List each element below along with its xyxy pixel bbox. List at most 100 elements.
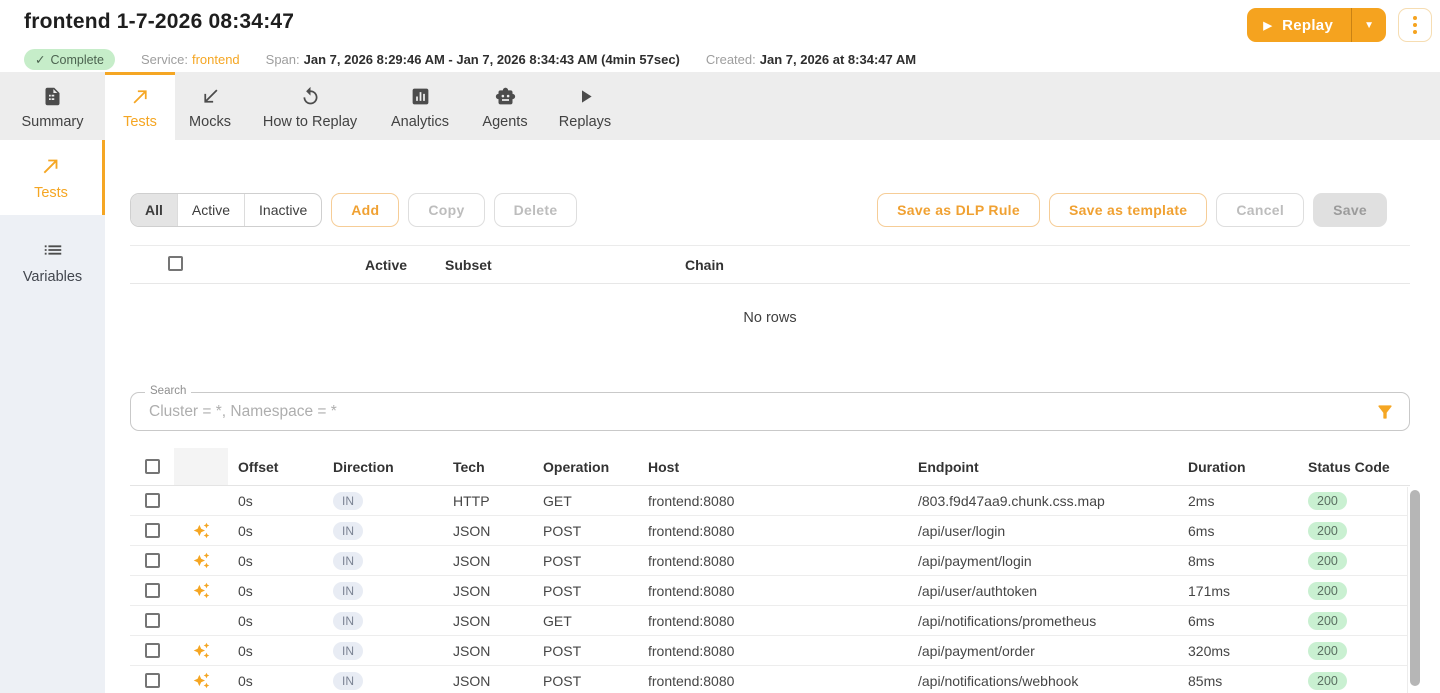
add-button[interactable]: Add [331, 193, 399, 227]
sparkles-icon [193, 552, 210, 569]
kebab-dot [1413, 30, 1417, 34]
row-cell-direction: IN [323, 672, 443, 690]
column-header-tech: Tech [443, 459, 533, 475]
row-cell-tech: HTTP [443, 493, 533, 509]
row-cell-duration: 85ms [1178, 673, 1298, 689]
segment-inactive[interactable]: Inactive [245, 194, 321, 226]
tab-replays[interactable]: Replays [545, 72, 625, 140]
row-cell-offset: 0s [228, 643, 323, 659]
cancel-button[interactable]: Cancel [1216, 193, 1304, 227]
row-cell-icon [174, 666, 228, 693]
column-header-active: Active [365, 257, 445, 273]
row-cell-host: frontend:8080 [638, 553, 908, 569]
row-cell-endpoint: /api/notifications/webhook [908, 673, 1178, 689]
play-icon: ▶ [1263, 19, 1272, 32]
row-cell-status-code: 200 [1298, 672, 1410, 690]
segment-active[interactable]: Active [178, 194, 245, 226]
more-options-button[interactable] [1398, 8, 1432, 42]
status-code-badge: 200 [1308, 672, 1347, 690]
traffic-table-row[interactable]: 0sINJSONPOSTfrontend:8080/api/user/login… [130, 516, 1410, 546]
save-as-template-button[interactable]: Save as template [1049, 193, 1207, 227]
summary-file-icon [42, 86, 63, 107]
traffic-table-row[interactable]: 0sINJSONGETfrontend:8080/api/notificatio… [130, 606, 1410, 636]
tab-mocks[interactable]: Mocks [175, 72, 245, 140]
sidebar-item-tests[interactable]: Tests [0, 140, 105, 215]
row-cell-endpoint: /803.f9d47aa9.chunk.css.map [908, 493, 1178, 509]
row-checkbox[interactable] [145, 613, 160, 628]
select-all-checkbox[interactable] [145, 459, 160, 474]
variables-list-icon [42, 239, 64, 261]
traffic-table-row[interactable]: 0sINJSONPOSTfrontend:8080/api/payment/lo… [130, 546, 1410, 576]
column-header-direction: Direction [323, 459, 443, 475]
row-cell-status-code: 200 [1298, 552, 1410, 570]
direction-badge: IN [333, 522, 363, 540]
row-cell-host: frontend:8080 [638, 583, 908, 599]
direction-badge: IN [333, 492, 363, 510]
row-cell-operation: POST [533, 673, 638, 689]
row-cell-icon [174, 546, 228, 575]
sidebar-item-variables[interactable]: Variables [0, 215, 105, 299]
direction-badge: IN [333, 612, 363, 630]
direction-badge: IN [333, 552, 363, 570]
traffic-table-row[interactable]: 0sINJSONPOSTfrontend:8080/api/payment/or… [130, 636, 1410, 666]
tab-how-to-replay[interactable]: How to Replay [245, 72, 375, 140]
row-cell-direction: IN [323, 612, 443, 630]
sparkles-icon [193, 582, 210, 599]
right-button-group: Save as DLP Rule Save as template Cancel… [877, 193, 1387, 227]
traffic-table-row[interactable]: 0sINJSONPOSTfrontend:8080/api/user/autht… [130, 576, 1410, 606]
row-cell-tech: JSON [443, 523, 533, 539]
row-checkbox[interactable] [145, 643, 160, 658]
row-cell-tech: JSON [443, 643, 533, 659]
row-cell-direction: IN [323, 492, 443, 510]
tab-summary[interactable]: Summary [0, 72, 105, 140]
select-all-checkbox[interactable] [168, 256, 183, 271]
row-cell-offset: 0s [228, 613, 323, 629]
row-cell-duration: 320ms [1178, 643, 1298, 659]
tab-agents[interactable]: Agents [465, 72, 545, 140]
direction-badge: IN [333, 642, 363, 660]
row-cell-host: frontend:8080 [638, 523, 908, 539]
row-checkbox[interactable] [145, 673, 160, 688]
tab-tests[interactable]: Tests [105, 72, 175, 140]
page-title: frontend 1-7-2026 08:34:47 [24, 10, 294, 34]
row-cell-offset: 0s [228, 673, 323, 689]
tab-bar: Summary Tests Mocks How to Replay Analyt… [0, 72, 1440, 140]
play-triangle-icon [575, 86, 596, 107]
row-cell-endpoint: /api/payment/order [908, 643, 1178, 659]
save-as-dlp-rule-button[interactable]: Save as DLP Rule [877, 193, 1040, 227]
replay-dropdown-button[interactable]: ▼ [1352, 8, 1386, 42]
column-header-host: Host [638, 459, 908, 475]
segment-all[interactable]: All [131, 194, 178, 226]
save-button[interactable]: Save [1313, 193, 1387, 227]
filter-funnel-icon[interactable] [1375, 402, 1395, 422]
tab-analytics[interactable]: Analytics [375, 72, 465, 140]
robot-icon [495, 86, 516, 107]
scrollbar-thumb[interactable] [1410, 490, 1420, 686]
row-checkbox[interactable] [145, 583, 160, 598]
service-name-link[interactable]: frontend [192, 52, 240, 67]
row-cell-checkbox [130, 673, 174, 688]
caret-down-icon: ▼ [1364, 20, 1374, 31]
copy-button[interactable]: Copy [408, 193, 484, 227]
row-cell-tech: JSON [443, 553, 533, 569]
row-cell-host: frontend:8080 [638, 613, 908, 629]
row-cell-endpoint: /api/notifications/prometheus [908, 613, 1178, 629]
kebab-dot [1413, 16, 1417, 20]
replay-button[interactable]: ▶ Replay ▼ [1247, 8, 1386, 42]
row-checkbox[interactable] [145, 523, 160, 538]
row-checkbox[interactable] [145, 493, 160, 508]
search-input[interactable] [143, 394, 1333, 429]
delete-button[interactable]: Delete [494, 193, 578, 227]
row-cell-direction: IN [323, 642, 443, 660]
traffic-table-row[interactable]: 0sINHTTPGETfrontend:8080/803.f9d47aa9.ch… [130, 486, 1410, 516]
row-cell-duration: 6ms [1178, 523, 1298, 539]
traffic-table-row[interactable]: 0sINJSONPOSTfrontend:8080/api/notificati… [130, 666, 1410, 693]
status-code-badge: 200 [1308, 492, 1347, 510]
vertical-scrollbar[interactable] [1407, 487, 1422, 693]
direction-badge: IN [333, 582, 363, 600]
header-cell-icon [174, 448, 228, 485]
row-cell-status-code: 200 [1298, 642, 1410, 660]
row-checkbox[interactable] [145, 553, 160, 568]
column-header-endpoint: Endpoint [908, 459, 1178, 475]
column-header-operation: Operation [533, 459, 638, 475]
